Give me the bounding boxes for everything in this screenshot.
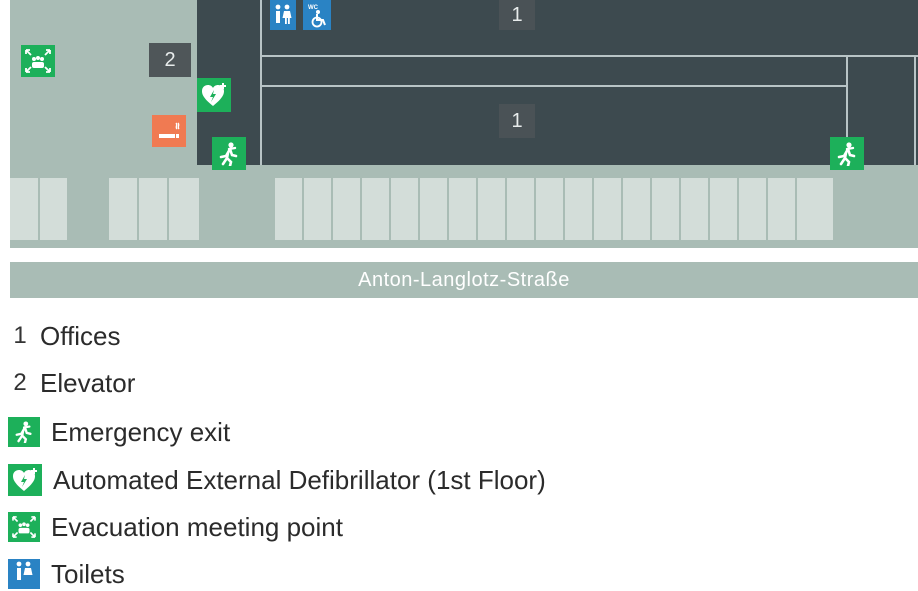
parking-space — [478, 178, 505, 240]
evacuation-point-icon — [21, 45, 55, 77]
legend-symbol: 1 — [13, 322, 27, 349]
parking-space — [681, 178, 708, 240]
parking-space — [40, 178, 67, 240]
parking-space — [449, 178, 476, 240]
parking-space — [362, 178, 389, 240]
room-label-offices: 1 — [499, 104, 535, 138]
parking-space — [565, 178, 592, 240]
toilets-icon — [270, 0, 296, 30]
legend-label: Offices — [40, 320, 121, 351]
legend-label: Automated External Defibrillator (1st Fl… — [53, 464, 546, 495]
parking-space — [391, 178, 418, 240]
legend-label: Toilets — [51, 558, 125, 589]
legend-item-defibrillator: Automated External Defibrillator (1st Fl… — [0, 463, 546, 497]
room-label-elevator: 2 — [149, 43, 191, 77]
evacuation-point-icon — [8, 512, 40, 542]
accessible-toilet-icon: WC — [303, 0, 331, 30]
building-wall-horizontal — [260, 85, 846, 87]
parking-space — [169, 178, 199, 240]
defibrillator-icon — [8, 464, 42, 496]
building-wall-horizontal — [260, 55, 918, 57]
parking-space — [739, 178, 766, 240]
parking-space — [10, 178, 38, 240]
legend-symbol: 2 — [13, 369, 27, 396]
parking-space — [652, 178, 679, 240]
legend-item-toilets: Toilets — [0, 557, 125, 591]
building-wall-vertical — [914, 55, 916, 165]
parking-space — [109, 178, 137, 240]
parking-space — [275, 178, 302, 240]
smoking-area-icon — [152, 115, 186, 147]
emergency-exit-icon — [830, 137, 864, 170]
parking-space — [623, 178, 650, 240]
defibrillator-icon — [197, 78, 231, 112]
parking-space — [333, 178, 360, 240]
emergency-exit-icon — [212, 137, 246, 170]
parking-space — [768, 178, 795, 240]
legend-item-emergency-exit: Emergency exit — [0, 415, 230, 449]
legend-item-offices: 1 Offices — [0, 319, 120, 353]
parking-space — [797, 178, 833, 240]
parking-space — [536, 178, 563, 240]
legend-label: Evacuation meeting point — [51, 511, 343, 542]
site-map: 1 1 2 WC — [10, 0, 918, 248]
legend-item-elevator: 2 Elevator — [0, 366, 135, 400]
parking-space — [594, 178, 621, 240]
legend-label: Elevator — [40, 367, 136, 398]
street-name: Anton-Langlotz-Straße — [10, 262, 918, 298]
building-wall-vertical — [260, 0, 262, 165]
room-label-offices: 1 — [499, 0, 535, 30]
legend-item-evacuation-point: Evacuation meeting point — [0, 510, 343, 544]
svg-text:WC: WC — [308, 5, 319, 11]
toilets-icon — [8, 559, 40, 589]
parking-space — [710, 178, 737, 240]
parking-space — [304, 178, 331, 240]
legend-label: Emergency exit — [51, 416, 231, 447]
parking-space — [507, 178, 534, 240]
emergency-exit-icon — [8, 417, 40, 447]
parking-space — [420, 178, 447, 240]
parking-space — [139, 178, 167, 240]
